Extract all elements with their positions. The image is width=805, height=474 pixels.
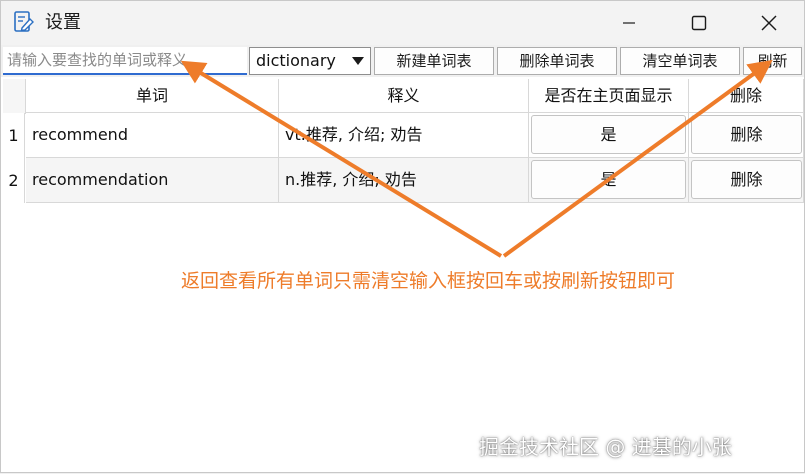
delete-row-button[interactable]: 删除 <box>691 160 802 199</box>
new-wordlist-button[interactable]: 新建单词表 <box>374 47 494 75</box>
title-bar: 设置 <box>1 1 804 45</box>
window-title: 设置 <box>45 12 81 33</box>
delete-row-button[interactable]: 删除 <box>691 115 802 154</box>
header-show-on-main[interactable]: 是否在主页面显示 <box>529 79 689 113</box>
header-word[interactable]: 单词 <box>26 79 279 113</box>
header-meaning[interactable]: 释义 <box>279 79 529 113</box>
minimize-button[interactable] <box>594 1 664 45</box>
header-delete[interactable]: 删除 <box>689 79 804 113</box>
annotation-text: 返回查看所有单词只需清空输入框按回车或按刷新按钮即可 <box>181 270 676 292</box>
dictionary-select-value: dictionary <box>256 51 336 70</box>
settings-window: 设置 dictionary 新建单词表 删除单词表 清空单词表 刷新 单词 释义… <box>0 0 805 473</box>
watermark: 掘金技术社区 @ 进基的小张 <box>479 435 732 459</box>
row-number: 1 <box>3 113 25 158</box>
meaning-cell[interactable]: n.推荐, 介绍; 劝告 <box>279 158 529 203</box>
word-cell[interactable]: recommend <box>26 113 279 158</box>
maximize-icon <box>691 15 707 31</box>
table-corner <box>3 79 26 114</box>
close-button[interactable] <box>734 1 804 45</box>
search-input[interactable] <box>3 47 247 75</box>
word-cell[interactable]: recommendation <box>26 158 279 203</box>
delete-wordlist-button[interactable]: 删除单词表 <box>497 47 617 75</box>
row-number: 2 <box>3 158 25 203</box>
show-toggle-button[interactable]: 是 <box>531 160 686 199</box>
app-icon <box>14 11 34 32</box>
close-icon <box>761 15 777 31</box>
refresh-button[interactable]: 刷新 <box>743 47 802 75</box>
dictionary-select[interactable]: dictionary <box>249 47 371 75</box>
show-toggle-button[interactable]: 是 <box>531 115 686 154</box>
meaning-cell[interactable]: vt.推荐, 介绍; 劝告 <box>279 113 529 158</box>
maximize-button[interactable] <box>664 1 734 45</box>
minimize-icon <box>623 22 635 24</box>
dropdown-arrow-icon <box>352 57 364 65</box>
clear-wordlist-button[interactable]: 清空单词表 <box>620 47 740 75</box>
